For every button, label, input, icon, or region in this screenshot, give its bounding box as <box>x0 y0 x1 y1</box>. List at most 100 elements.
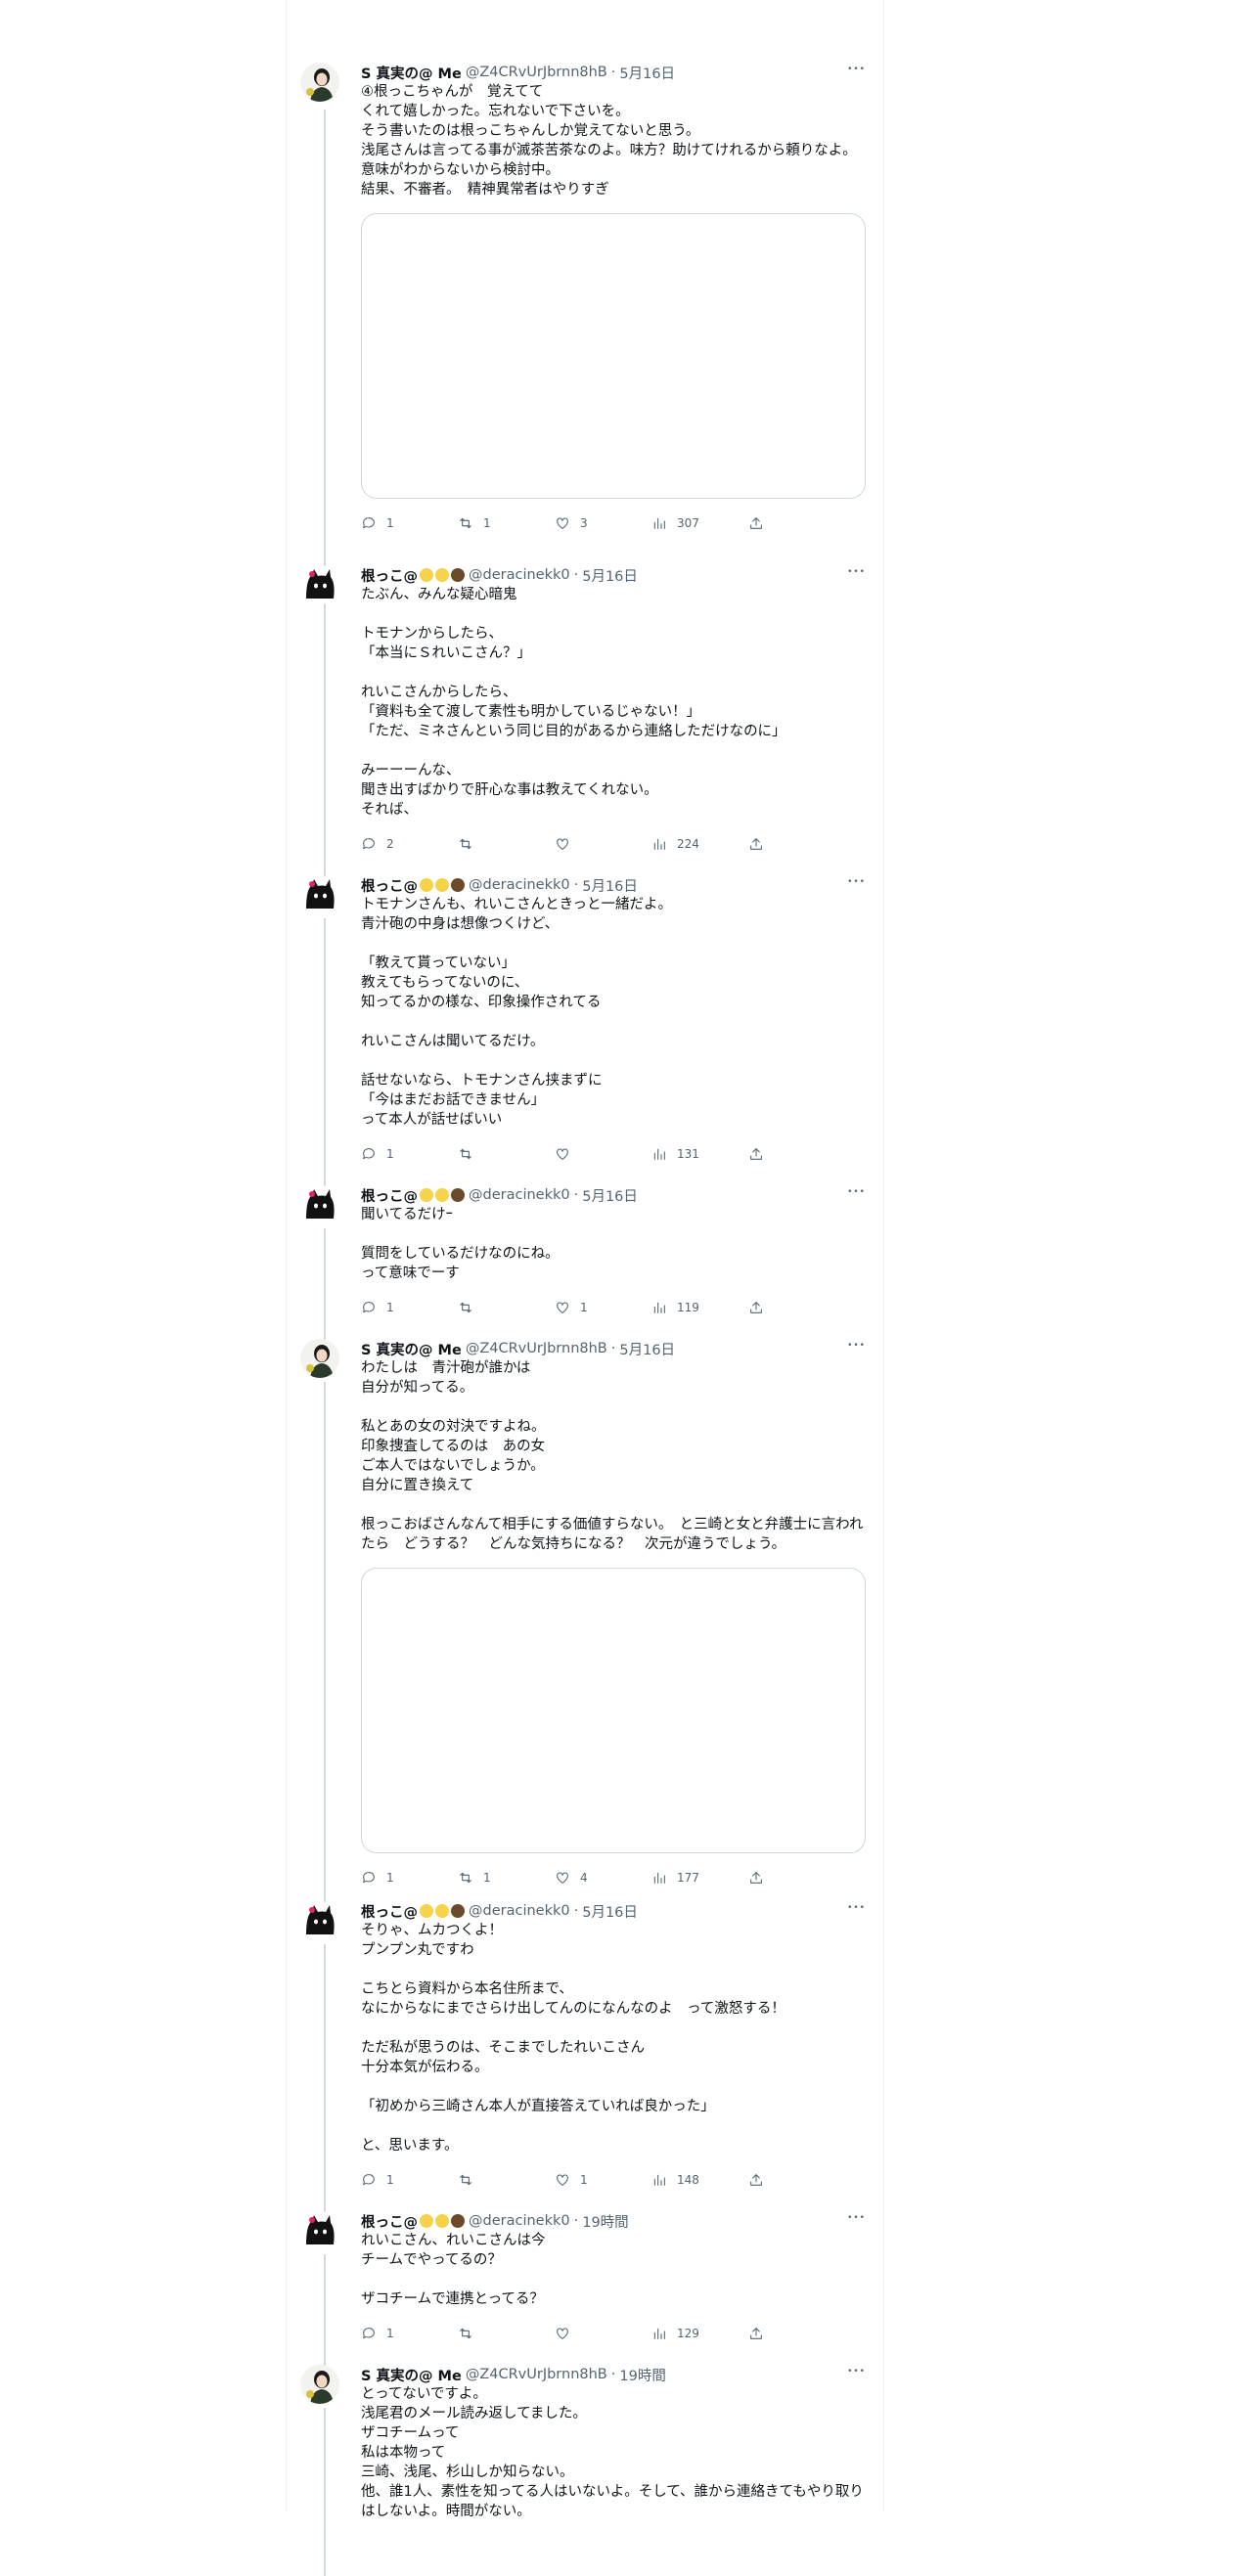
like-button[interactable]: 3 <box>555 515 651 531</box>
separator: · <box>610 1341 616 1356</box>
more-icon[interactable]: ••• <box>847 877 866 887</box>
separator: · <box>573 2213 579 2229</box>
retweet-button[interactable]: 1 <box>458 515 555 531</box>
tweet[interactable]: 根っこ@ @deracinekk0 · 5月16日 ••• たぶん、みんな疑心暗鬼 トモ… <box>287 565 885 891</box>
views-count: 119 <box>677 1301 699 1314</box>
handle[interactable]: @Z4CRvUrJbrnn8hB <box>466 65 607 80</box>
avatar[interactable] <box>300 63 339 102</box>
share-button[interactable] <box>748 2326 764 2341</box>
retweet-button[interactable]: 1 <box>458 1870 555 1886</box>
like-button[interactable] <box>555 1146 651 1162</box>
views-button[interactable]: 224 <box>651 836 748 852</box>
share-button[interactable] <box>748 1870 764 1886</box>
likes-count: 3 <box>580 516 588 530</box>
timestamp[interactable]: 19時間 <box>619 2365 665 2385</box>
more-icon[interactable]: ••• <box>847 65 866 74</box>
tweet[interactable]: 根っこ@ @deracinekk0 · 5月16日 ••• トモナンさんも、れいこさんと… <box>287 875 885 1201</box>
timestamp[interactable]: 5月16日 <box>582 875 638 896</box>
more-icon[interactable]: ••• <box>847 2213 866 2223</box>
display-name[interactable]: 根っこ@ <box>361 565 418 586</box>
share-icon <box>748 1870 764 1886</box>
avatar[interactable] <box>300 875 339 914</box>
retweet-button[interactable] <box>458 2172 555 2188</box>
handle[interactable]: @deracinekk0 <box>469 1903 570 1919</box>
views-button[interactable]: 119 <box>651 1300 748 1315</box>
avatar[interactable] <box>300 2365 339 2404</box>
avatar[interactable] <box>300 565 339 604</box>
tweet[interactable]: S 真実の@ Me @Z4CRvUrJbrnn8hB · 5月16日 ••• わたしは 青… <box>287 1339 885 1917</box>
reply-button[interactable]: 1 <box>361 1300 458 1315</box>
reply-button[interactable]: 1 <box>361 2326 458 2341</box>
views-count: 224 <box>677 837 699 851</box>
action-bar: 1 1 3 307 <box>361 512 870 534</box>
views-button[interactable]: 131 <box>651 1146 748 1162</box>
share-button[interactable] <box>748 1146 764 1162</box>
tweet[interactable]: S 真実の@ Me @Z4CRvUrJbrnn8hB · 19時間 ••• とってないです… <box>287 2365 885 2576</box>
reply-button[interactable]: 2 <box>361 836 458 852</box>
timestamp[interactable]: 5月16日 <box>619 63 675 83</box>
retweet-button[interactable] <box>458 1300 555 1315</box>
share-icon <box>748 2326 764 2341</box>
emoji-icon <box>420 2214 433 2228</box>
more-icon[interactable]: ••• <box>847 567 866 577</box>
display-name[interactable]: 根っこ@ <box>361 1901 418 1922</box>
share-button[interactable] <box>748 836 764 852</box>
more-icon[interactable]: ••• <box>847 1903 866 1913</box>
more-icon[interactable]: ••• <box>847 1187 866 1197</box>
handle[interactable]: @deracinekk0 <box>469 1187 570 1203</box>
display-name[interactable]: 根っこ@ <box>361 875 418 896</box>
reply-button[interactable]: 1 <box>361 1870 458 1886</box>
share-button[interactable] <box>748 1300 764 1315</box>
replies-count: 1 <box>386 1871 394 1885</box>
display-name[interactable]: S 真実の@ Me <box>361 63 462 83</box>
tweet-text: たぶん、みんな疑心暗鬼 トモナンからしたら、 「本当にＳれいこさん？」 れいこさ… <box>361 587 786 818</box>
like-button[interactable]: 1 <box>555 1300 651 1315</box>
views-button[interactable]: 307 <box>651 515 748 531</box>
retweet-button[interactable] <box>458 2326 555 2341</box>
like-button[interactable] <box>555 836 651 852</box>
handle[interactable]: @deracinekk0 <box>469 2213 570 2229</box>
handle[interactable]: @Z4CRvUrJbrnn8hB <box>466 1341 607 1356</box>
avatar[interactable] <box>300 2211 339 2250</box>
views-button[interactable]: 129 <box>651 2326 748 2341</box>
tweet[interactable]: 根っこ@ @deracinekk0 · 5月16日 ••• そりゃ、ムカつくよ！ プンプ… <box>287 1901 885 2227</box>
more-icon[interactable]: ••• <box>847 1341 866 1351</box>
share-button[interactable] <box>748 515 764 531</box>
retweet-button[interactable] <box>458 1146 555 1162</box>
handle[interactable]: @Z4CRvUrJbrnn8hB <box>466 2367 607 2382</box>
thread-line <box>324 1228 326 1355</box>
like-button[interactable] <box>555 2326 651 2341</box>
timestamp[interactable]: 5月16日 <box>582 1185 638 1206</box>
views-button[interactable]: 177 <box>651 1870 748 1886</box>
avatar[interactable] <box>300 1339 339 1378</box>
timestamp[interactable]: 5月16日 <box>582 1901 638 1922</box>
media-card[interactable] <box>361 1568 866 1853</box>
more-icon[interactable]: ••• <box>847 2367 866 2376</box>
reply-button[interactable]: 1 <box>361 515 458 531</box>
timestamp[interactable]: 19時間 <box>582 2211 628 2232</box>
reply-button[interactable]: 1 <box>361 2172 458 2188</box>
timestamp[interactable]: 5月16日 <box>582 565 638 586</box>
display-name[interactable]: 根っこ@ <box>361 1185 418 1206</box>
like-button[interactable]: 4 <box>555 1870 651 1886</box>
tweet[interactable]: 根っこ@ @deracinekk0 · 19時間 ••• れいこさん、れいこさんは今 チ… <box>287 2211 885 2380</box>
handle[interactable]: @deracinekk0 <box>469 567 570 583</box>
reply-button[interactable]: 1 <box>361 1146 458 1162</box>
display-name[interactable]: S 真実の@ Me <box>361 2365 462 2385</box>
views-icon <box>651 2172 667 2188</box>
tweet-text: トモナンさんも、れいこさんときっと一緒だよ。 青汁砲の中身は想像つくけど、 「教… <box>361 897 672 1128</box>
like-button[interactable]: 1 <box>555 2172 651 2188</box>
share-button[interactable] <box>748 2172 764 2188</box>
media-card[interactable] <box>361 213 866 499</box>
timestamp[interactable]: 5月16日 <box>619 1339 675 1359</box>
handle[interactable]: @deracinekk0 <box>469 877 570 893</box>
avatar[interactable] <box>300 1185 339 1224</box>
display-name[interactable]: S 真実の@ Me <box>361 1339 462 1359</box>
retweet-button[interactable] <box>458 836 555 852</box>
tweet[interactable]: 根っこ@ @deracinekk0 · 5月16日 ••• 聞いてるだけｰ 質問をしてい… <box>287 1185 885 1355</box>
display-name[interactable]: 根っこ@ <box>361 2211 418 2232</box>
emoji-icon <box>451 1188 465 1202</box>
views-button[interactable]: 148 <box>651 2172 748 2188</box>
tweet[interactable]: S 真実の@ Me @Z4CRvUrJbrnn8hB · 5月16日 ••• ④根っこちゃ… <box>287 63 885 644</box>
avatar[interactable] <box>300 1901 339 1940</box>
